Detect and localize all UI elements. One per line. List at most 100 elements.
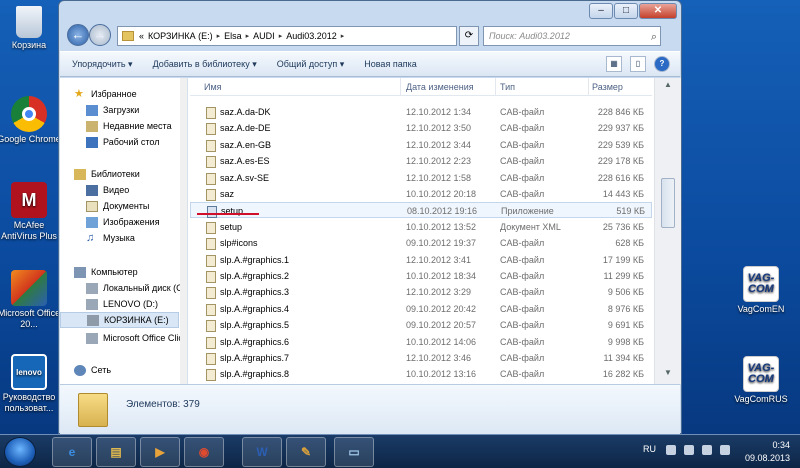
nav-desktop[interactable]: Рабочий стол xyxy=(60,134,187,150)
start-button[interactable] xyxy=(4,437,36,467)
share-button[interactable]: Общий доступ ▾ xyxy=(277,59,345,70)
nav-video[interactable]: Видео xyxy=(60,182,187,198)
table-row[interactable]: slp.A.#graphics.8 10.10.2012 13:16 CAB-фай… xyxy=(190,366,652,382)
network-icon[interactable] xyxy=(702,445,712,455)
taskbar-app-button[interactable]: ◉ xyxy=(184,437,224,467)
nav-libraries[interactable]: Библиотеки xyxy=(60,166,187,182)
flag-icon[interactable] xyxy=(684,445,694,455)
column-name[interactable]: Имя xyxy=(204,82,222,92)
column-size[interactable]: Размер xyxy=(592,82,623,92)
file-type: CAB-файл xyxy=(500,271,545,281)
breadcrumb-elsa[interactable]: Elsa xyxy=(224,31,242,41)
table-row[interactable]: saz.A.de-DE 12.10.2012 3:50 CAB-файл 229 93… xyxy=(190,120,652,136)
downloads-icon xyxy=(86,104,98,116)
nav-images[interactable]: Изображения xyxy=(60,214,187,230)
file-type: CAB-файл xyxy=(500,139,545,150)
scroll-down-icon[interactable]: ▼ xyxy=(661,368,675,382)
view-options-icon[interactable]: ▦ xyxy=(606,56,622,72)
chevron-right-icon[interactable]: ▸ xyxy=(341,32,345,40)
table-row[interactable]: slp.A.#graphics.7 12.10.2012 3:46 CAB-файл… xyxy=(190,350,652,366)
close-button[interactable]: ✕ xyxy=(639,3,677,19)
back-button[interactable]: ← xyxy=(67,24,89,46)
breadcrumb-current[interactable]: Audi03.2012 xyxy=(286,31,337,41)
nav-music[interactable]: ♫ Музыка xyxy=(60,230,187,246)
new-folder-button[interactable]: Новая папка xyxy=(364,59,416,69)
nav-lenovo-drive[interactable]: LENOVO (D:) xyxy=(60,296,187,312)
help-icon[interactable]: ? xyxy=(654,56,670,72)
chevron-right-icon[interactable]: ▸ xyxy=(279,32,283,40)
desktop-icon-lenovo-manual[interactable]: lenovo Руководство пользоват... xyxy=(0,354,62,414)
table-row[interactable]: slp.A.#graphics.6 10.10.2012 14:06 CAB-фай… xyxy=(190,334,652,350)
taskbar-app-button[interactable]: ▭ xyxy=(334,437,374,467)
table-row[interactable]: setup 08.10.2012 19:16 Приложение 519 КБ xyxy=(190,202,652,219)
table-row[interactable]: slp.A.#graphics.4 09.10.2012 20:42 CAB-фай… xyxy=(190,301,652,317)
table-row[interactable]: slp.A.#graphics.1 12.10.2012 3:41 CAB-файл… xyxy=(190,252,652,268)
forward-button[interactable]: → xyxy=(89,24,111,46)
taskbar-app-button[interactable]: e xyxy=(52,437,92,467)
vertical-scrollbar[interactable]: ▲ ▼ xyxy=(654,78,681,384)
taskbar-app-button[interactable]: ▤ xyxy=(96,437,136,467)
address-bar[interactable]: « КОРЗИНКА (E:) ▸ Elsa ▸ AUDI ▸ Audi03.2012… xyxy=(117,26,457,46)
breadcrumb-drive[interactable]: КОРЗИНКА (E:) xyxy=(148,31,213,41)
desktop-icon-recycle-bin[interactable]: Корзина xyxy=(0,6,62,51)
cab-file-icon xyxy=(206,336,216,349)
refresh-button[interactable]: ⟳ xyxy=(459,26,479,46)
preview-pane-icon[interactable]: ▯ xyxy=(630,56,646,72)
scroll-thumb[interactable] xyxy=(661,178,675,228)
column-divider[interactable] xyxy=(495,78,496,96)
volume-icon[interactable] xyxy=(720,445,730,455)
nav-network[interactable]: Сеть xyxy=(60,362,187,378)
taskbar-app-button[interactable]: ✎ xyxy=(286,437,326,467)
file-type: CAB-файл xyxy=(500,336,545,347)
search-input[interactable]: Поиск: Audi03.2012 ⌕ xyxy=(483,26,661,46)
nav-computer[interactable]: Компьютер xyxy=(60,264,187,280)
table-row[interactable]: saz.A.es-ES 12.10.2012 2:23 CAB-файл 229 17… xyxy=(190,153,652,169)
tray-arrow-icon[interactable] xyxy=(666,445,676,455)
table-row[interactable]: slp.A.#graphics.5 09.10.2012 20:57 CAB-фай… xyxy=(190,317,652,333)
file-size: 229 178 КБ xyxy=(597,156,644,167)
table-row[interactable]: setup 10.10.2012 13:52 Документ XML 25 736 … xyxy=(190,219,652,235)
cab-file-icon xyxy=(206,107,216,119)
table-row[interactable]: slp.A.#graphics.2 10.10.2012 18:34 CAB-фай… xyxy=(190,268,652,284)
table-row[interactable]: saz.A.da-DK 12.10.2012 1:34 CAB-файл 228 84… xyxy=(190,104,652,120)
table-row[interactable]: saz.A.en-GB 12.10.2012 3:44 CAB-файл 229 53… xyxy=(190,137,652,153)
nav-scrollbar[interactable] xyxy=(180,78,187,384)
column-divider[interactable] xyxy=(400,78,401,96)
desktop-icon-vagcomen[interactable]: VAG-COM VagComEN xyxy=(728,266,794,315)
nav-favorites[interactable]: ★ Избранное xyxy=(60,86,187,102)
column-type[interactable]: Тип xyxy=(500,82,515,92)
table-row[interactable]: slp.A.#graphics.3 12.10.2012 3:29 CAB-файл… xyxy=(190,284,652,300)
clock[interactable]: 0:34 09.08.2013 xyxy=(745,439,790,465)
nav-documents[interactable]: Документы xyxy=(60,198,187,214)
file-name: saz.A.en-GB xyxy=(220,139,272,150)
taskbar-app-button[interactable]: W xyxy=(242,437,282,467)
column-divider[interactable] xyxy=(588,78,589,96)
nav-local-disk[interactable]: Локальный диск (C xyxy=(60,280,187,296)
nav-downloads[interactable]: Загрузки xyxy=(60,102,187,118)
desktop-icon-chrome[interactable]: Google Chrome xyxy=(0,96,62,145)
column-date[interactable]: Дата изменения xyxy=(406,82,474,92)
desktop-icon-vagcomrus[interactable]: VAG-COM VagComRUS xyxy=(728,356,794,405)
chevron-right-icon[interactable]: ▸ xyxy=(217,32,221,40)
file-name: saz.A.es-ES xyxy=(220,156,270,167)
taskbar-app-button[interactable]: ▶ xyxy=(140,437,180,467)
organize-button[interactable]: Упорядочить ▾ xyxy=(72,59,133,70)
add-to-library-button[interactable]: Добавить в библиотеку ▾ xyxy=(153,59,257,70)
table-row[interactable]: slp#icons 09.10.2012 19:37 CAB-файл 628 КБ xyxy=(190,235,652,251)
breadcrumb-overflow[interactable]: « xyxy=(139,31,144,41)
table-row[interactable]: saz 10.10.2012 20:18 CAB-файл 14 443 КБ xyxy=(190,186,652,202)
desktop-icon-office[interactable]: Microsoft Office 20... xyxy=(0,270,62,330)
nav-recent[interactable]: Недавние места xyxy=(60,118,187,134)
file-size: 228 616 КБ xyxy=(597,172,644,183)
maximize-button[interactable]: □ xyxy=(614,3,638,19)
language-indicator[interactable]: RU xyxy=(643,444,656,454)
scroll-up-icon[interactable]: ▲ xyxy=(661,80,675,94)
nav-korzinka-drive[interactable]: КОРЗИНКА (E:) xyxy=(60,312,179,328)
breadcrumb-audi[interactable]: AUDI xyxy=(253,31,275,41)
nav-office-drive[interactable]: Microsoft Office Clic xyxy=(60,330,187,346)
chevron-right-icon[interactable]: ▸ xyxy=(246,32,250,40)
desktop-icon-mcafee[interactable]: M McAfee AntiVirus Plus xyxy=(0,182,62,242)
table-row[interactable]: saz.A.sv-SE 12.10.2012 1:58 CAB-файл 228 61… xyxy=(190,170,652,186)
cab-file-icon xyxy=(206,139,216,152)
minimize-button[interactable]: – xyxy=(589,3,613,19)
